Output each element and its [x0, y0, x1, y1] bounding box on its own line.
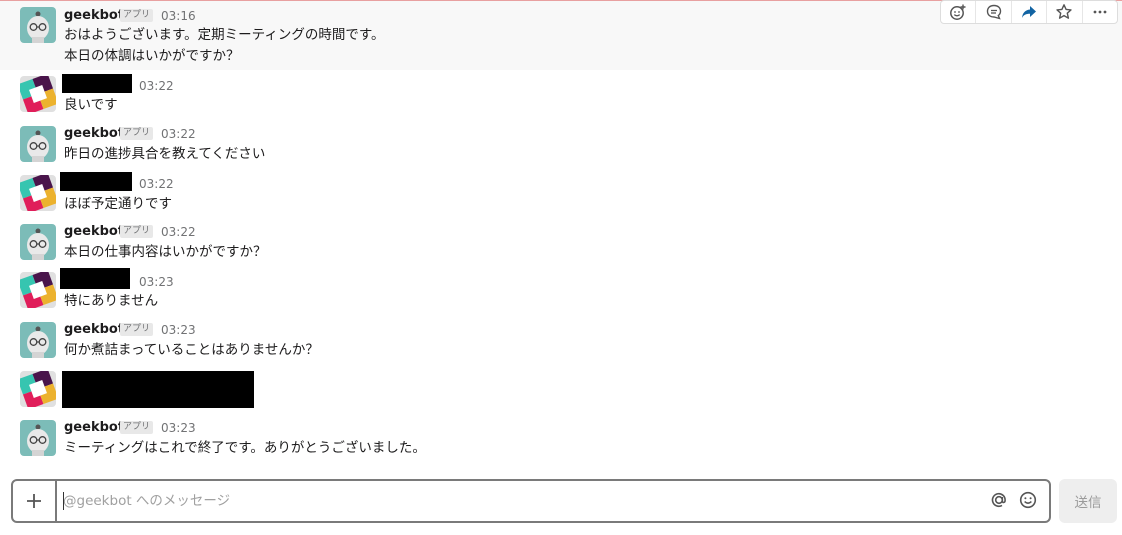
timestamp[interactable]: 03:22 [139, 177, 174, 191]
message-row[interactable]: 03:23 特にありません [0, 266, 1122, 316]
redacted-username [60, 268, 130, 289]
author-name[interactable]: geekbot [64, 420, 124, 436]
message-row[interactable]: geekbot アプリ 03:22 昨日の進捗具合を教えてください [0, 120, 1122, 170]
geekbot-avatar[interactable] [20, 322, 56, 358]
message-text: おはようございます。定期ミーティングの時間です。 [64, 27, 385, 43]
author-name[interactable]: geekbot [64, 322, 124, 338]
plus-icon [27, 494, 41, 508]
message-text: 何か煮詰まっていることはありませんか？ [64, 342, 319, 358]
add-reaction-icon[interactable] [941, 1, 977, 23]
timestamp[interactable]: 03:22 [161, 127, 196, 141]
timestamp[interactable]: 03:16 [161, 9, 196, 23]
app-badge: アプリ [120, 225, 154, 238]
author-name[interactable]: geekbot [64, 224, 124, 240]
timestamp[interactable]: 03:22 [139, 79, 174, 93]
message-row[interactable]: geekbot アプリ 03:22 本日の仕事内容はいかがですか？ [0, 218, 1122, 268]
user-avatar[interactable] [20, 272, 56, 308]
app-badge: アプリ [120, 127, 154, 140]
emoji-icon [1019, 491, 1037, 509]
at-sign-icon [991, 492, 1006, 508]
message-composer [11, 479, 1051, 523]
star-icon[interactable] [1047, 1, 1083, 23]
message-text: 特にありません [64, 293, 159, 309]
send-button[interactable]: 送信 [1059, 479, 1117, 523]
geekbot-avatar[interactable] [20, 224, 56, 260]
redacted-username [60, 172, 132, 191]
message-text: 本日の体調はいかがですか？ [64, 48, 240, 64]
redacted-content [62, 371, 254, 408]
text-cursor [63, 492, 64, 510]
timestamp[interactable]: 03:23 [161, 421, 196, 435]
app-badge: アプリ [120, 323, 154, 336]
author-name[interactable]: geekbot [64, 8, 124, 24]
message-row[interactable]: 03:22 ほぼ予定通りです [0, 170, 1122, 220]
geekbot-avatar[interactable] [20, 7, 56, 43]
start-thread-icon[interactable] [976, 1, 1012, 23]
app-badge: アプリ [120, 9, 154, 22]
message-text: ミーティングはこれで終了です。ありがとうございました。 [64, 440, 426, 456]
more-actions-icon[interactable] [1083, 1, 1117, 23]
message-actions-toolbar [940, 0, 1118, 24]
redacted-username [62, 74, 132, 93]
user-avatar[interactable] [20, 175, 56, 211]
attach-plus-button[interactable] [13, 481, 57, 521]
message-row[interactable]: geekbot アプリ 03:23 何か煮詰まっていることはありませんか？ [0, 316, 1122, 366]
message-text: ほぼ予定通りです [64, 196, 172, 212]
message-row[interactable]: geekbot アプリ 03:16 おはようございます。定期ミーティングの時間で… [0, 0, 1122, 70]
author-name[interactable]: geekbot [64, 126, 124, 142]
message-text: 本日の仕事内容はいかがですか？ [64, 244, 267, 260]
timestamp[interactable]: 03:23 [161, 323, 196, 337]
geekbot-avatar[interactable] [20, 420, 56, 456]
mention-button[interactable] [988, 489, 1010, 511]
message-row[interactable]: geekbot アプリ 03:23 ミーティングはこれで終了です。ありがとうござ… [0, 414, 1122, 464]
message-row[interactable] [0, 366, 1122, 416]
message-text: 良いです [64, 97, 118, 113]
timestamp[interactable]: 03:22 [161, 225, 196, 239]
emoji-button[interactable] [1017, 489, 1039, 511]
user-avatar[interactable] [20, 371, 56, 407]
message-row[interactable]: 03:22 良いです [0, 70, 1122, 120]
app-badge: アプリ [120, 421, 154, 434]
user-avatar[interactable] [20, 76, 56, 112]
timestamp[interactable]: 03:23 [139, 275, 174, 289]
geekbot-avatar[interactable] [20, 126, 56, 162]
share-message-icon[interactable] [1012, 1, 1048, 23]
message-text: 昨日の進捗具合を教えてください [64, 146, 266, 162]
message-input[interactable] [59, 483, 927, 519]
